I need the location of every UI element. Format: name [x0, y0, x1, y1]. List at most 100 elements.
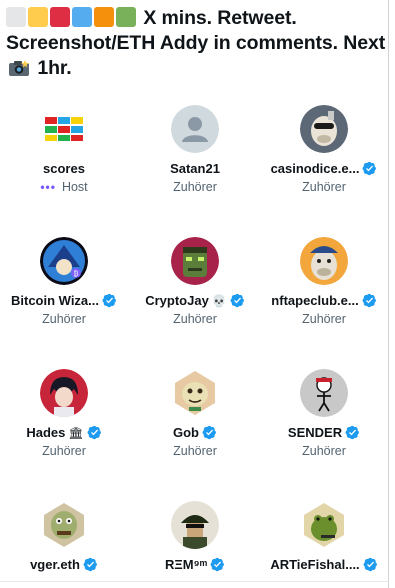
goblin-avatar-icon — [175, 371, 215, 415]
participant-name: Satan21 — [170, 161, 220, 176]
participant-name: nftapeclub.e... — [271, 293, 359, 308]
participant-name: Gob — [173, 425, 199, 440]
space-title: X mins. Retweet. Screenshot/ETH Addy in … — [6, 6, 386, 81]
participant-name-row: RΞM⁹ᵐ — [165, 557, 225, 572]
avatar[interactable] — [171, 501, 219, 549]
participant-card[interactable]: nftapeclub.e... Zuhörer — [260, 227, 388, 347]
svg-text:₿: ₿ — [74, 270, 79, 278]
participant-name: ARTieFishal.... — [270, 557, 360, 572]
camera-flash-icon — [9, 60, 29, 76]
scores-logo-icon — [44, 115, 84, 143]
participant-card[interactable]: Satan21 Zuhörer — [131, 95, 259, 215]
participant-name-row: Satan21 — [170, 161, 220, 176]
avatar[interactable] — [171, 369, 219, 417]
frog-avatar-icon — [304, 503, 344, 547]
participant-name: vger.eth — [30, 557, 80, 572]
role-label: Zuhörer — [302, 180, 346, 194]
verified-badge-icon — [102, 293, 117, 308]
default-avatar-icon — [171, 105, 219, 153]
avatar[interactable] — [40, 501, 88, 549]
anime-avatar-icon — [40, 369, 88, 417]
participant-card[interactable]: casinodice.e... Zuhörer — [260, 95, 388, 215]
participant-card[interactable]: CryptoJay 💀 Zuhörer — [131, 227, 259, 347]
host-dots-icon: ••• — [40, 180, 56, 194]
troll-avatar-icon — [44, 503, 84, 547]
participant-name-row: nftapeclub.e... — [271, 293, 376, 308]
participant-role: Zuhörer — [173, 444, 217, 458]
color-square-5 — [94, 7, 114, 27]
avatar[interactable] — [300, 105, 348, 153]
participant-role: Zuhörer — [302, 180, 346, 194]
color-square-6 — [116, 7, 136, 27]
color-square-2 — [28, 7, 48, 27]
participant-role: Zuhörer — [173, 312, 217, 326]
participant-role: Zuhörer — [302, 312, 346, 326]
participant-card[interactable]: Hades 🏛 Zuhörer — [0, 359, 128, 479]
participant-card[interactable]: RΞM⁹ᵐ — [131, 491, 259, 588]
role-label: Host — [61, 180, 88, 194]
avatar[interactable] — [40, 105, 88, 153]
stickman-avatar-icon — [300, 369, 348, 417]
participant-card[interactable]: Gob Zuhörer — [131, 359, 259, 479]
participant-name: casinodice.e... — [270, 161, 360, 176]
color-square-4 — [72, 7, 92, 27]
wizard-avatar-icon: ₿ — [40, 237, 88, 285]
participant-name-row: ARTieFishal.... — [270, 557, 377, 572]
participant-name-row: Hades 🏛 — [26, 425, 101, 440]
participant-name-row: SENDER — [288, 425, 360, 440]
participant-name-row: Gob — [173, 425, 217, 440]
role-label: Zuhörer — [302, 312, 346, 326]
avatar[interactable]: ₿ — [40, 237, 88, 285]
role-label: Zuhörer — [173, 444, 217, 458]
role-label: Zuhörer — [173, 180, 217, 194]
avatar[interactable] — [300, 369, 348, 417]
verified-badge-icon — [362, 161, 377, 176]
participant-role: Zuhörer — [42, 312, 86, 326]
name-emoji: 🏛 — [68, 425, 84, 440]
role-label: Zuhörer — [173, 312, 217, 326]
participant-role: Zuhörer — [302, 444, 346, 458]
ape-cap-avatar-icon — [300, 237, 348, 285]
participant-card[interactable]: scores ••• Host — [0, 95, 128, 215]
participant-card[interactable]: SENDER Zuhörer — [260, 359, 388, 479]
avatar[interactable] — [171, 237, 219, 285]
participant-name: Bitcoin Wiza... — [11, 293, 99, 308]
participant-name: CryptoJay — [145, 293, 209, 308]
participant-name: Hades — [26, 425, 66, 440]
ape-avatar-icon — [300, 105, 348, 153]
verified-badge-icon — [83, 557, 98, 572]
avatar[interactable] — [171, 105, 219, 153]
color-square-3 — [50, 7, 70, 27]
participant-card[interactable]: ₿ Bitcoin Wiza... Zuhörer — [0, 227, 128, 347]
verified-badge-icon — [345, 425, 360, 440]
role-label: Zuhörer — [42, 312, 86, 326]
verified-badge-icon — [87, 425, 102, 440]
avatar[interactable] — [300, 501, 348, 549]
participant-role: ••• Host — [40, 180, 87, 194]
panel-divider — [388, 0, 389, 588]
participant-role: Zuhörer — [42, 444, 86, 458]
participant-name: RΞM⁹ᵐ — [164, 557, 208, 572]
participant-name-row: Bitcoin Wiza... — [11, 293, 117, 308]
verified-badge-icon — [210, 557, 225, 572]
verified-badge-icon — [363, 557, 378, 572]
title-text-2: 1hr. — [32, 57, 72, 79]
participant-card[interactable]: ARTieFishal.... — [260, 491, 388, 588]
verified-badge-icon — [230, 293, 245, 308]
zombie-avatar-icon — [171, 237, 219, 285]
participant-name-row: CryptoJay 💀 — [145, 293, 245, 308]
role-label: Zuhörer — [42, 444, 86, 458]
soldier-avatar-icon — [171, 501, 219, 549]
participant-name: scores — [43, 161, 85, 176]
participant-name-row: vger.eth — [30, 557, 98, 572]
verified-badge-icon — [362, 293, 377, 308]
participant-name: SENDER — [287, 425, 343, 440]
color-square-1 — [6, 7, 26, 27]
avatar[interactable] — [300, 237, 348, 285]
avatar[interactable] — [40, 369, 88, 417]
participant-name-row: casinodice.e... — [271, 161, 378, 176]
color-squares — [6, 7, 138, 29]
participant-card[interactable]: vger.eth — [0, 491, 128, 588]
name-emoji: 💀 — [211, 293, 227, 308]
verified-badge-icon — [202, 425, 217, 440]
